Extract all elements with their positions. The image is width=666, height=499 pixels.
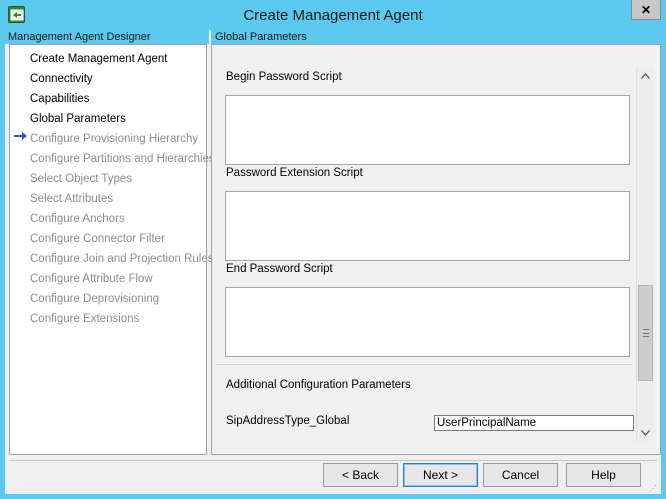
password-extension-script-label: Password Extension Script <box>226 167 363 179</box>
sip-address-type-label: SipAddressType_Global <box>226 415 350 427</box>
step-configure-connector-filter: Configure Connector Filter <box>30 233 165 245</box>
step-select-object-types: Select Object Types <box>30 173 133 185</box>
vertical-scrollbar[interactable] <box>636 67 654 441</box>
chevron-up-icon <box>641 72 650 79</box>
next-button[interactable]: Next > <box>403 463 478 487</box>
step-configure-partitions-and-hierarchies: Configure Partitions and Hierarchies <box>30 153 215 165</box>
chevron-down-icon <box>641 429 650 436</box>
additional-configuration-parameters-label: Additional Configuration Parameters <box>226 379 411 391</box>
global-parameters-panel: Begin Password Script Password Extension… <box>211 44 661 455</box>
designer-steps-list: Create Management Agent Connectivity Cap… <box>9 44 215 455</box>
help-button[interactable]: Help <box>566 463 641 487</box>
designer-pane-header: Management Agent Designer <box>5 30 209 44</box>
back-button[interactable]: < Back <box>323 463 398 487</box>
grip-icon <box>643 329 649 337</box>
dialog-client-area: Management Agent Designer Create Managem… <box>5 30 661 494</box>
step-configure-extensions: Configure Extensions <box>30 313 140 325</box>
step-configure-deprovisioning: Configure Deprovisioning <box>30 293 160 305</box>
password-extension-script-textarea[interactable] <box>225 191 630 261</box>
arrow-right-icon <box>14 131 28 141</box>
title-bar[interactable]: Create Management Agent ✕ <box>0 0 666 30</box>
step-select-attributes: Select Attributes <box>30 193 114 205</box>
scroll-thumb[interactable] <box>638 285 653 381</box>
step-configure-provisioning-hierarchy: Configure Provisioning Hierarchy <box>30 133 199 145</box>
global-parameters-pane-header: Global Parameters <box>211 30 661 44</box>
step-connectivity[interactable]: Connectivity <box>30 71 93 87</box>
sip-address-type-input[interactable]: UserPrincipalName <box>434 415 634 431</box>
step-configure-anchors: Configure Anchors <box>30 213 125 225</box>
button-bar-divider <box>9 460 657 461</box>
step-configure-attribute-flow: Configure Attribute Flow <box>30 273 153 285</box>
end-password-script-label: End Password Script <box>226 263 333 275</box>
begin-password-script-textarea[interactable] <box>225 95 630 165</box>
end-password-script-textarea[interactable] <box>225 287 630 357</box>
step-global-parameters[interactable]: Global Parameters <box>30 111 126 127</box>
step-configure-join-and-projection-rules: Configure Join and Projection Rules <box>30 253 214 265</box>
close-button[interactable]: ✕ <box>631 0 661 20</box>
begin-password-script-label: Begin Password Script <box>226 71 342 83</box>
section-separator <box>216 364 632 365</box>
window-title: Create Management Agent <box>243 7 423 24</box>
close-icon: ✕ <box>640 2 652 17</box>
step-capabilities[interactable]: Capabilities <box>30 91 89 107</box>
cancel-button[interactable]: Cancel <box>483 463 558 487</box>
scroll-down-button[interactable] <box>637 424 654 441</box>
create-management-agent-window: Create Management Agent ✕ Management Age… <box>0 0 666 499</box>
scroll-up-button[interactable] <box>637 67 654 84</box>
resize-grip-icon[interactable]: ⋰ <box>649 484 657 493</box>
step-create-management-agent[interactable]: Create Management Agent <box>30 51 167 67</box>
